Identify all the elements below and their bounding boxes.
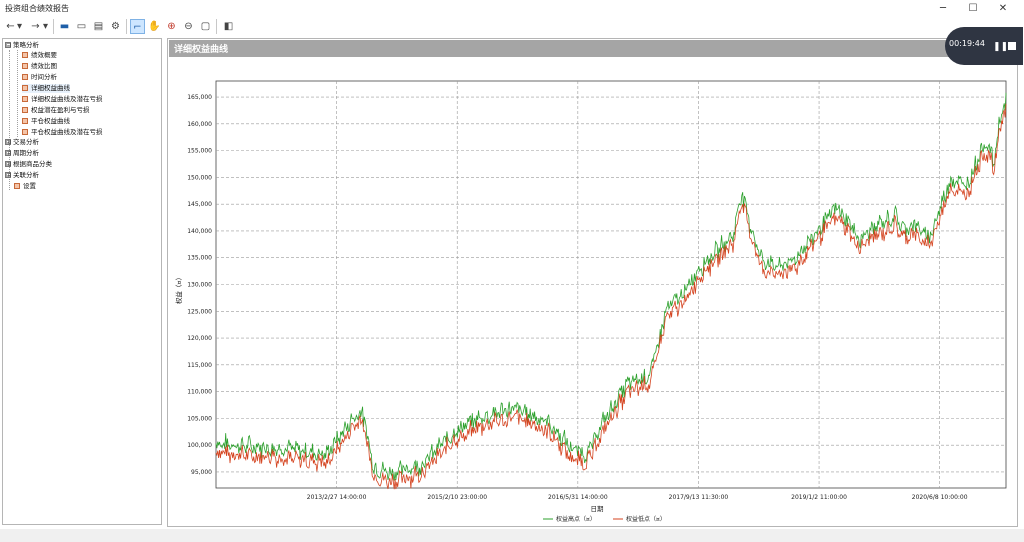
toolbar-separator [53,19,54,34]
tree-item-equity-curve-drawdown[interactable]: 详细权益曲线及潜在亏损 [22,95,103,104]
close-button[interactable]: ✕ [988,0,1018,17]
x-tick-label: 2013/2/27 14:00:00 [307,494,367,501]
open-icon[interactable]: ▭ [74,19,89,34]
minimize-button[interactable]: ─ [928,0,958,17]
expand-icon[interactable]: ⊞ [5,139,11,146]
expand-icon[interactable]: ⊞ [5,161,11,168]
equity-chart[interactable]: 95,000 100,000 105,000 110,000 115,000 120,00… [168,57,1017,526]
pan-hand-icon[interactable]: ✋ [147,19,162,34]
toolbar-separator [126,19,127,34]
x-tick-label: 2017/9/13 11:30:00 [669,494,729,501]
report-icon [22,85,28,91]
x-axis: 2013/2/27 14:00:00 2015/2/10 23:00:00 2016… [307,494,968,501]
legend-label: 权益低点（¤） [626,515,666,523]
collapse-icon[interactable]: ⊟ [5,42,11,49]
recording-timer: 00:19:44 ❚❚ [945,27,1023,65]
tree-item-time-analysis[interactable]: 时间分析 [22,73,57,82]
tree-item-closed-equity-drawdown[interactable]: 平仓权益曲线及潜在亏损 [22,128,103,137]
tree-item-equity-runup-drawdown[interactable]: 权益潜在盈利与亏损 [22,106,90,115]
y-axis: 95,000 100,000 105,000 110,000 115,000 120,00… [187,94,212,476]
y-tick-label: 165,000 [187,94,212,101]
tree-node-by-commodity[interactable]: ⊞ 根据商品分类 [5,160,52,169]
tree-item-settings[interactable]: 设置 [14,182,36,191]
tree-line [9,50,10,190]
tree-item-closed-equity-curve[interactable]: 平仓权益曲线 [22,117,70,126]
chart-panel-title: 详细权益曲线 [174,45,229,55]
gear-icon[interactable]: ⚙ [108,19,123,34]
title-bar: 投资组合绩效报告 ─ ☐ ✕ [0,0,1024,17]
expand-icon[interactable]: ⊞ [5,150,11,157]
print-icon[interactable]: ▤ [91,19,106,34]
x-tick-label: 2015/2/10 23:00:00 [427,494,487,501]
recording-time: 00:19:44 [949,39,985,48]
y-tick-label: 150,000 [187,174,212,181]
y-tick-label: 160,000 [187,121,212,128]
export-chart-icon[interactable]: ◧ [220,19,237,34]
chart-header: 详细权益曲线 [169,40,1016,57]
tree-line [17,50,18,137]
y-tick-label: 110,000 [187,389,212,396]
y-tick-label: 135,000 [187,255,212,262]
status-bar [0,529,1024,542]
report-icon [22,63,28,69]
report-icon [22,129,28,135]
y-tick-label: 155,000 [187,148,212,155]
save-icon[interactable]: ▬ [57,19,72,34]
x-axis-label: 日期 [591,505,605,513]
report-icon [22,118,28,124]
tree-node-period-analysis[interactable]: ⊞ 周期分析 [5,149,39,158]
report-icon [22,96,28,102]
x-tick-label: 2016/5/31 14:00:00 [548,494,608,501]
chart-grid [215,80,1007,489]
forward-dropdown-icon[interactable]: ▾ [41,19,50,34]
back-dropdown-icon[interactable]: ▾ [15,19,24,34]
zoom-out-icon[interactable]: ⊖ [181,19,196,34]
y-tick-label: 105,000 [187,415,212,422]
report-icon [22,107,28,113]
stop-icon[interactable] [1008,42,1016,50]
maximize-button[interactable]: ☐ [958,0,988,17]
fit-view-icon[interactable]: ▢ [198,19,213,34]
expand-icon[interactable]: ⊞ [5,172,11,179]
report-tree: ⊟ 策略分析 绩效概要 绩效比图 时间分析 详细权益曲线 详细权益曲线及潜在亏损 … [2,38,162,525]
chart-legend: 权益高点（¤） 权益低点（¤） [543,515,666,523]
y-tick-label: 145,000 [187,201,212,208]
toolbar: ← ▾ → ▾ ▬ ▭ ▤ ⚙ ⌐ ✋ ⊕ ⊖ ▢ ◧ [0,17,1024,36]
y-tick-label: 100,000 [187,442,212,449]
y-axis-label: 权益（¤） [174,274,183,304]
toolbar-separator [216,19,217,34]
y-tick-label: 115,000 [187,362,212,369]
tree-item-performance-chart[interactable]: 绩效比图 [22,62,57,71]
report-icon [22,52,28,58]
y-tick-label: 125,000 [187,308,212,315]
tree-item-detailed-equity-curve[interactable]: 详细权益曲线 [22,84,70,93]
tree-item-performance-summary[interactable]: 绩效概要 [22,51,57,60]
zoom-in-icon[interactable]: ⊕ [164,19,179,34]
tree-node-correlation-analysis[interactable]: ⊞ 关联分析 [5,171,39,180]
y-tick-label: 140,000 [187,228,212,235]
chart-panel: 详细权益曲线 95,000 100,000 105,000 110,000 115,00… [167,38,1018,527]
select-tool-icon[interactable]: ⌐ [130,19,145,34]
pause-icon[interactable]: ❚❚ [993,42,1008,52]
report-icon [22,74,28,80]
tree-node-trade-analysis[interactable]: ⊞ 交易分析 [5,138,39,147]
legend-label: 权益高点（¤） [556,515,596,523]
y-tick-label: 120,000 [187,335,212,342]
y-tick-label: 130,000 [187,282,212,289]
x-tick-label: 2019/1/2 11:00:00 [791,494,847,501]
tree-line [9,179,10,190]
tree-node-strategy-analysis[interactable]: ⊟ 策略分析 [5,41,39,50]
x-tick-label: 2020/6/8 10:00:00 [912,494,968,501]
y-tick-label: 95,000 [191,469,212,476]
window-title: 投资组合绩效报告 [5,4,69,13]
report-icon [14,183,20,189]
